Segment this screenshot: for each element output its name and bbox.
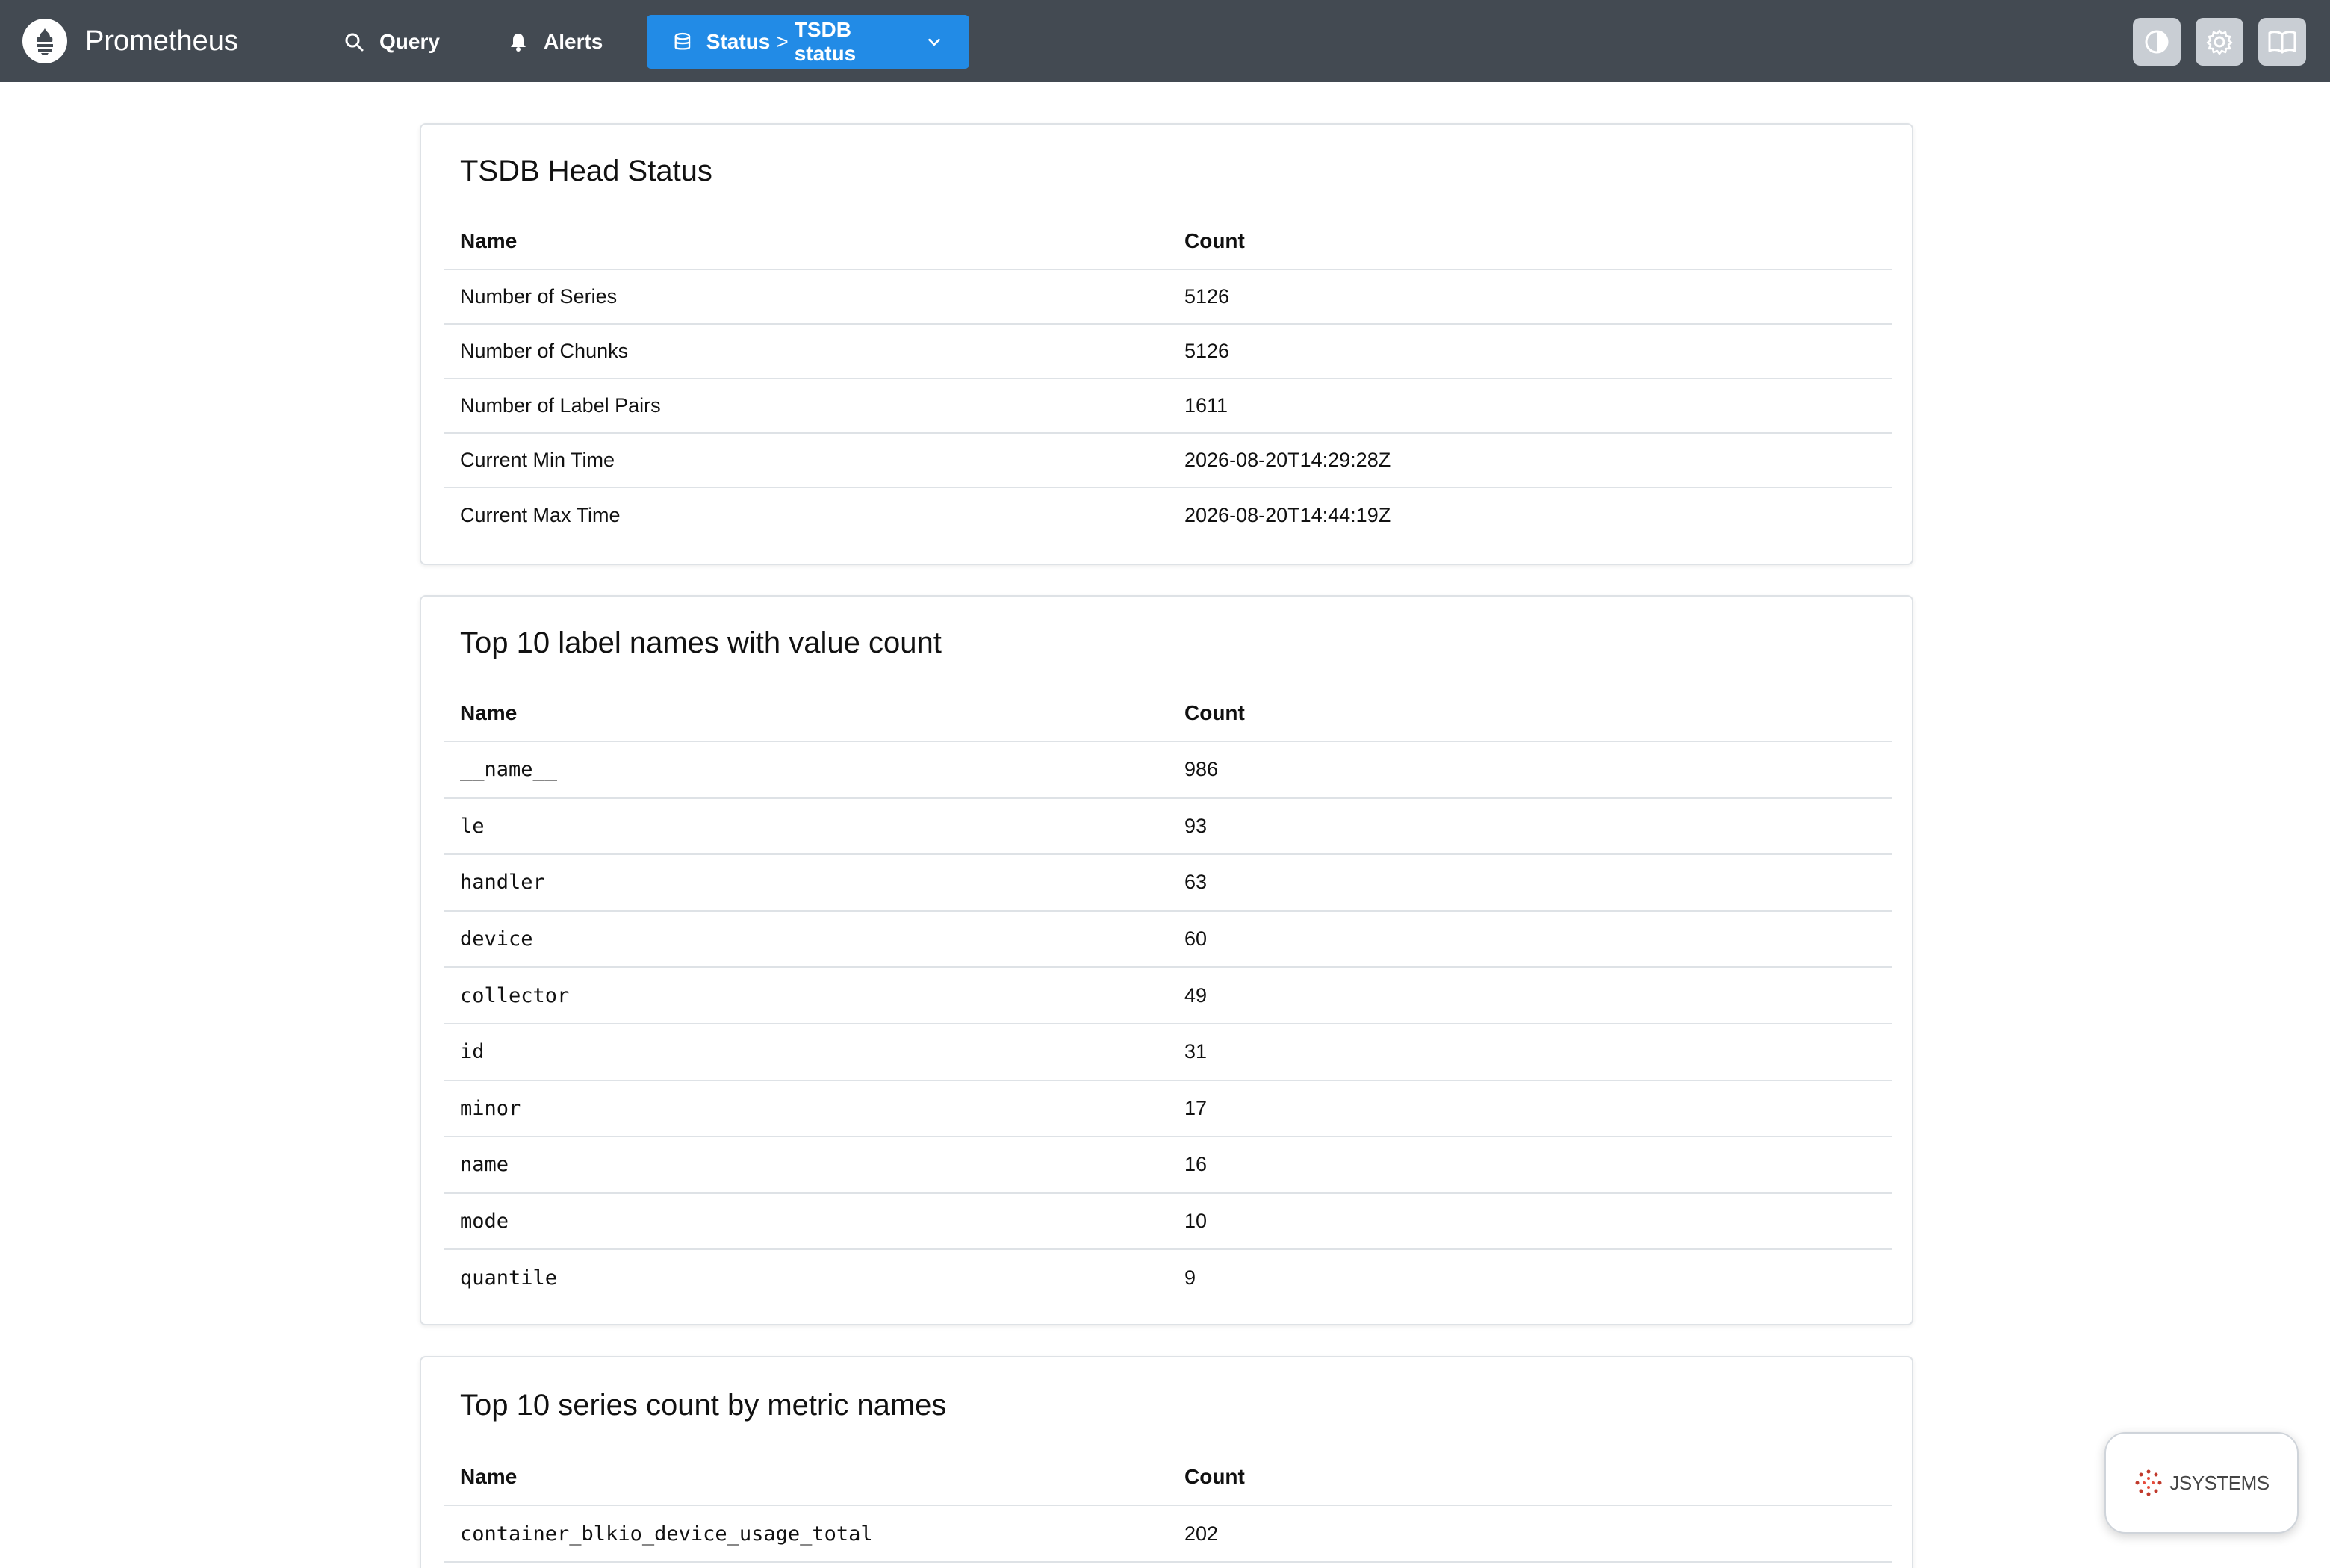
table-row: container_blkio_device_usage_total 202 (444, 1505, 1892, 1563)
label-name: collector (444, 967, 1168, 1024)
row-name: Number of Chunks (444, 324, 1168, 379)
row-name: Number of Series (444, 270, 1168, 325)
table-row: Number of Series 5126 (444, 270, 1892, 325)
tsdb-head-status-card: TSDB Head Status Name Count Number of Se… (420, 123, 1913, 565)
contrast-icon (2145, 30, 2169, 54)
metric-name: container_blkio_device_usage_total (444, 1505, 1168, 1563)
head-status-table: Name Count Number of Series 5126 Number … (444, 213, 1892, 542)
nav-query[interactable]: Query (321, 15, 462, 69)
label-name: mode (444, 1192, 1168, 1251)
card-title: Top 10 series count by metric names (460, 1389, 947, 1422)
top-series-count-card: Top 10 series count by metric names Name… (420, 1356, 1913, 1568)
label-count: 986 (1168, 741, 1892, 799)
label-count: 17 (1168, 1080, 1892, 1138)
column-header-count: Count (1168, 685, 1892, 742)
table-row: device 60 (444, 910, 1892, 968)
column-header-name: Name (444, 685, 1168, 742)
prometheus-logo-icon (22, 19, 67, 63)
chevron-down-icon (928, 38, 940, 46)
label-name: quantile (460, 1266, 558, 1290)
label-count: 31 (1168, 1023, 1892, 1081)
label-name: handler (444, 854, 1168, 912)
table-row: collector 49 (444, 967, 1892, 1024)
table-header-row: Name Count (444, 1449, 1892, 1506)
label-name: name (444, 1136, 1168, 1194)
badge-text: JSYSTEMS (2169, 1471, 2270, 1494)
table-row: handler 63 (444, 854, 1892, 912)
brand-name: Prometheus (85, 25, 238, 57)
nav-status-dropdown[interactable]: Status > TSDB status (647, 15, 969, 69)
column-header-count: Count (1168, 213, 1892, 270)
database-icon (674, 32, 691, 50)
row-count: 5126 (1168, 324, 1892, 379)
table-header-row: Name Count (444, 685, 1892, 742)
bell-icon (511, 34, 526, 52)
label-count: 16 (1168, 1136, 1892, 1194)
column-header-name: Name (444, 213, 1168, 270)
table-row: Number of Label Pairs 1611 (444, 379, 1892, 434)
table-row: le 93 (444, 797, 1892, 856)
nav-query-label: Query (379, 30, 440, 53)
nav-alerts-label: Alerts (544, 30, 603, 53)
label-count: 49 (1168, 967, 1892, 1024)
table-header-row: Name Count (444, 213, 1892, 270)
card-title: Top 10 label names with value count (460, 626, 942, 659)
dotted-logo-icon (2135, 1469, 2162, 1496)
label-count: 63 (1168, 854, 1892, 912)
label-count: 93 (1168, 797, 1892, 856)
label-name: id (444, 1023, 1168, 1081)
label-name: minor (444, 1080, 1168, 1138)
table-row: id 31 (444, 1023, 1892, 1081)
nav-status-page-label: TSDB status (794, 18, 857, 65)
gear-icon (2206, 29, 2233, 55)
search-icon (345, 33, 364, 52)
documentation-button[interactable] (2258, 18, 2306, 66)
label-name: __name__ (444, 741, 1168, 799)
table-row: name 16 (444, 1136, 1892, 1194)
label-count: 10 (1168, 1192, 1892, 1251)
table-row: mode 10 (444, 1192, 1892, 1251)
label-count: 60 (1168, 910, 1892, 968)
table-row: minor 17 (444, 1080, 1892, 1138)
row-count: 2026-08-20T14:44:19Z (1184, 503, 1391, 526)
card-title: TSDB Head Status (460, 155, 712, 187)
row-count: 5126 (1168, 270, 1892, 325)
top-navbar: Prometheus Query Alerts Status > TSDB st… (0, 0, 2330, 82)
breadcrumb-separator: > (776, 30, 789, 53)
row-name: Number of Label Pairs (444, 379, 1168, 434)
brand[interactable]: Prometheus (22, 19, 238, 63)
label-names-table: Name Count __name__ 986 le 93 handler 63 de… (444, 685, 1892, 1306)
table-row: Number of Chunks 5126 (444, 324, 1892, 379)
book-icon (2268, 31, 2296, 54)
jsystems-badge[interactable]: JSYSTEMS (2104, 1432, 2299, 1534)
table-row: Current Max Time 2026-08-20T14:44:19Z (444, 488, 1892, 542)
nav-status-label: Status (706, 30, 771, 53)
table-row: Current Min Time 2026-08-20T14:29:28Z (444, 433, 1892, 488)
column-header-name: Name (444, 1449, 1168, 1506)
column-header-count: Count (1168, 1449, 1892, 1506)
theme-toggle-button[interactable] (2133, 18, 2181, 66)
settings-button[interactable] (2196, 18, 2243, 66)
top-label-names-card: Top 10 label names with value count Name… (420, 595, 1913, 1325)
row-name: Current Min Time (444, 433, 1168, 488)
table-row: quantile 9 (444, 1249, 1892, 1306)
table-row: __name__ 986 (444, 741, 1892, 799)
metric-count: 202 (1168, 1505, 1892, 1563)
row-count: 2026-08-20T14:29:28Z (1168, 433, 1892, 488)
label-count: 9 (1184, 1266, 1196, 1289)
row-count: 1611 (1168, 379, 1892, 434)
label-name: le (444, 797, 1168, 856)
series-count-table: Name Count container_blkio_device_usage_… (444, 1449, 1892, 1563)
row-name: Current Max Time (460, 503, 621, 526)
label-name: device (444, 910, 1168, 968)
nav-alerts[interactable]: Alerts (485, 15, 625, 69)
